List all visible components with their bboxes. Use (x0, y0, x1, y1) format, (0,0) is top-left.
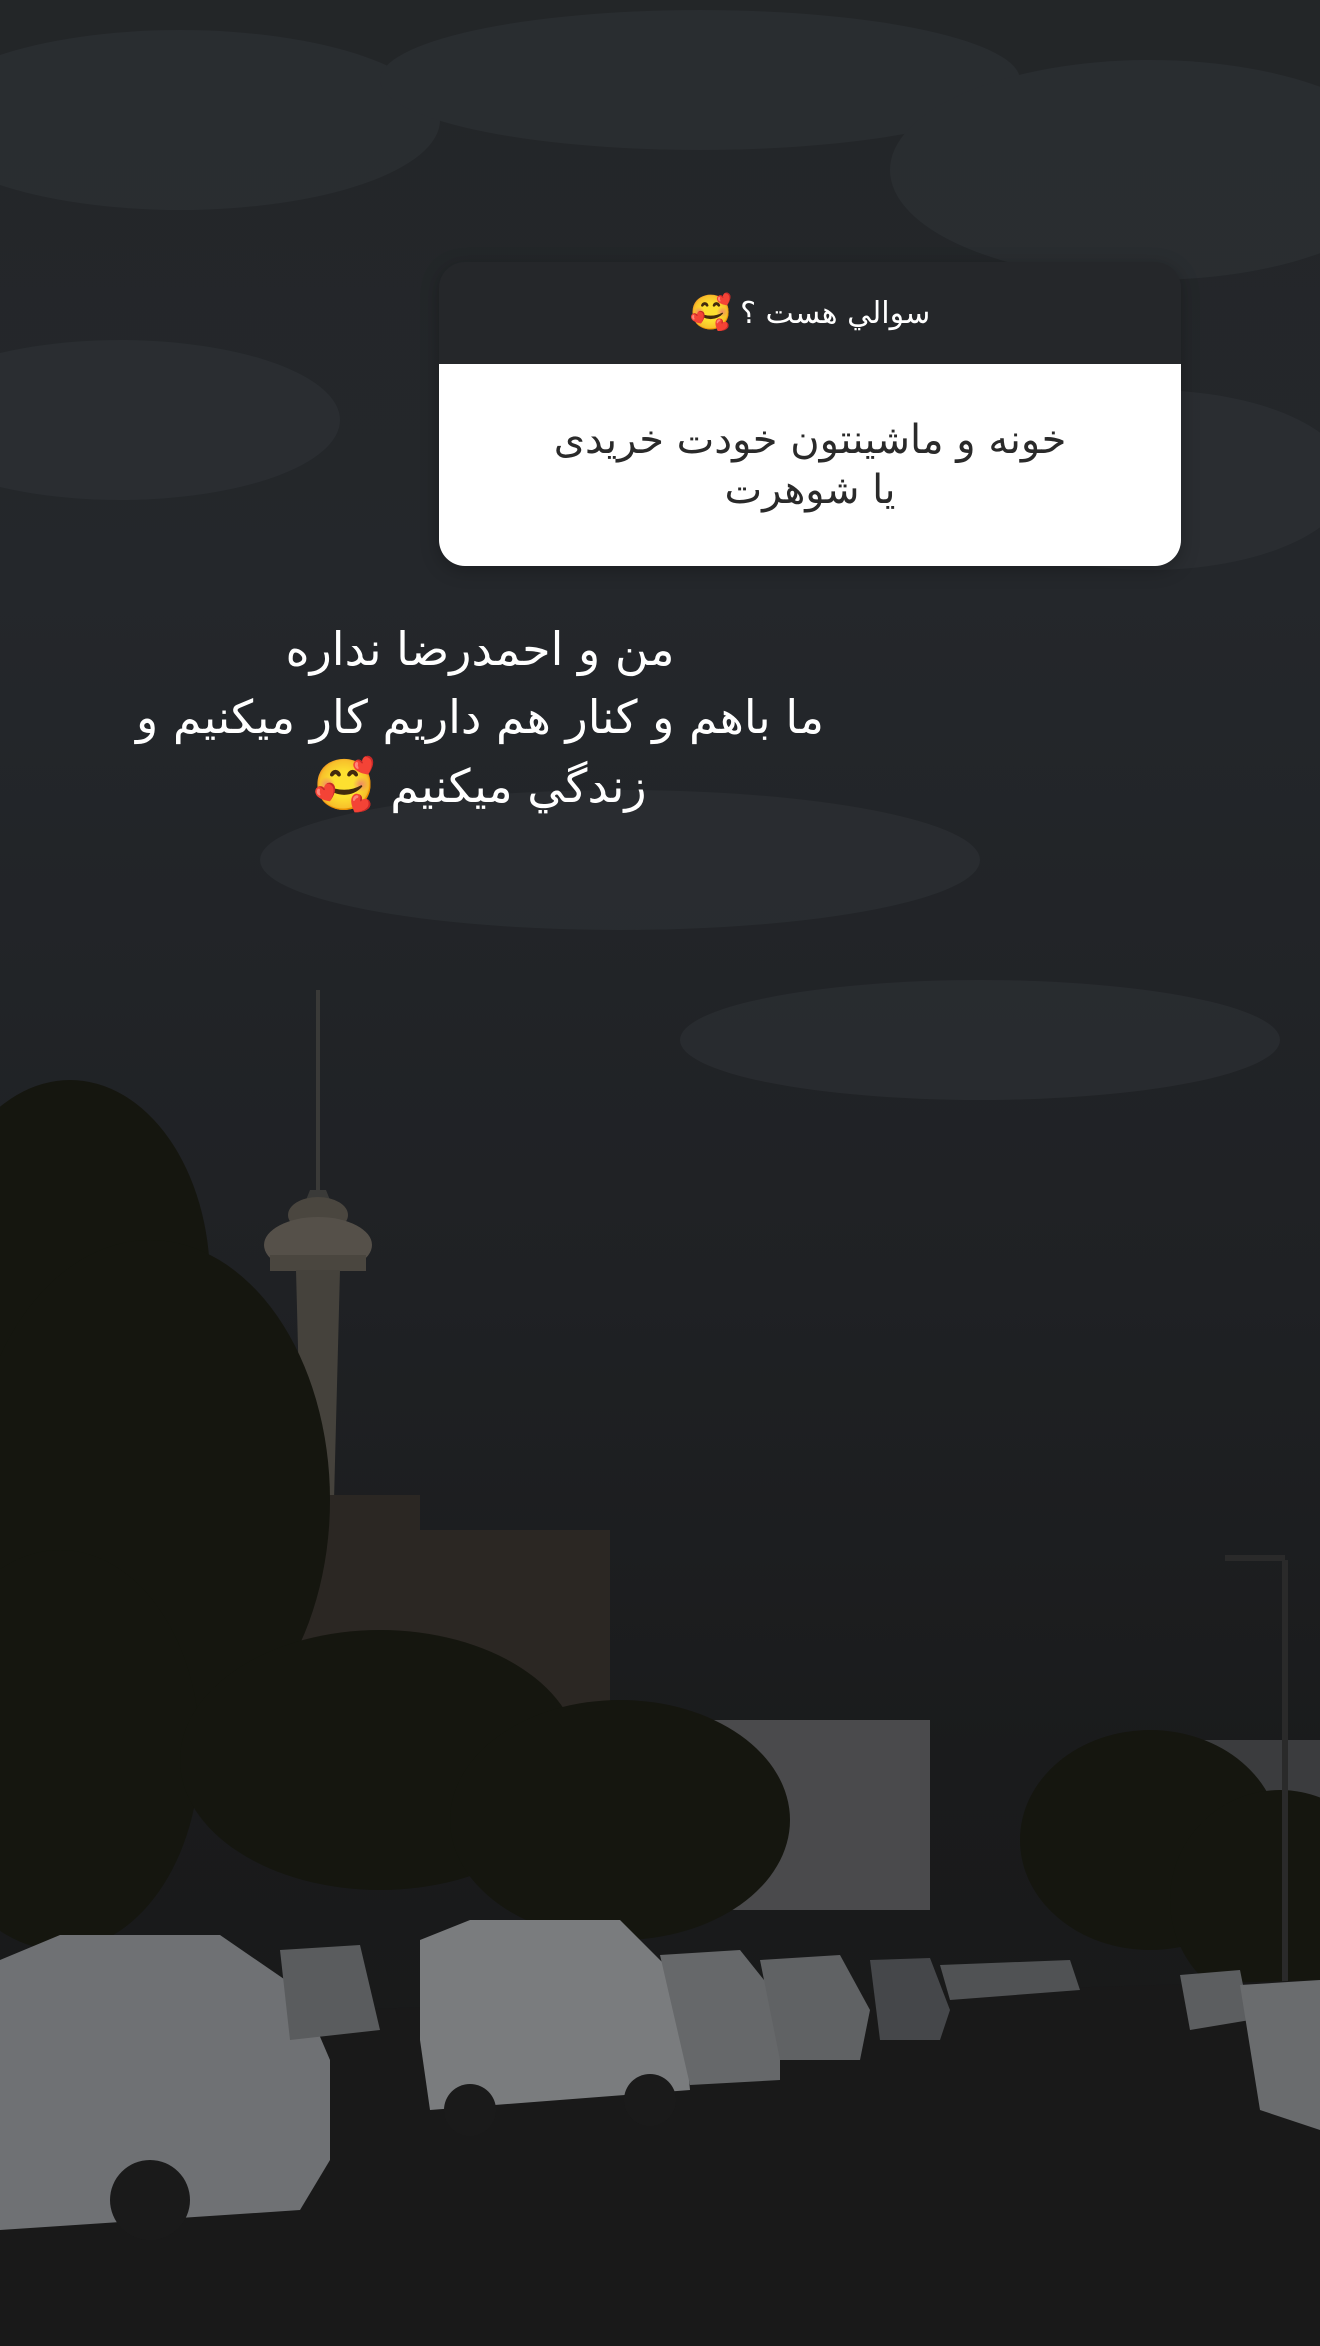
question-prompt: سوالي هست ؟ (740, 295, 931, 331)
reply-caption: من و احمدرضا نداره ما باهم و کنار هم دار… (60, 615, 900, 820)
trees (0, 1080, 1320, 2010)
story-screen: سوالي هست ؟ 🥰 خونه و ماشینتون خودت خریدی… (0, 0, 1320, 2346)
reply-line-2: ما باهم و کنار هم داریم کار میکنیم و (136, 690, 824, 744)
question-text: خونه و ماشینتون خودت خریدی یا شوهرت (553, 417, 1067, 513)
smiling-face-with-hearts-icon: 🥰 (313, 756, 376, 814)
reply-line-1: من و احمدرضا نداره (285, 622, 675, 676)
question-sticker-body: خونه و ماشینتون خودت خریدی یا شوهرت (439, 364, 1181, 566)
reply-line-3: زندگي میکنیم 🥰 (60, 751, 900, 820)
question-sticker-header: سوالي هست ؟ 🥰 (439, 262, 1181, 364)
smiling-face-with-hearts-icon: 🥰 (689, 293, 733, 333)
reply-line-3-text: زندگي میکنیم (390, 759, 647, 813)
question-sticker[interactable]: سوالي هست ؟ 🥰 خونه و ماشینتون خودت خریدی… (439, 262, 1181, 566)
